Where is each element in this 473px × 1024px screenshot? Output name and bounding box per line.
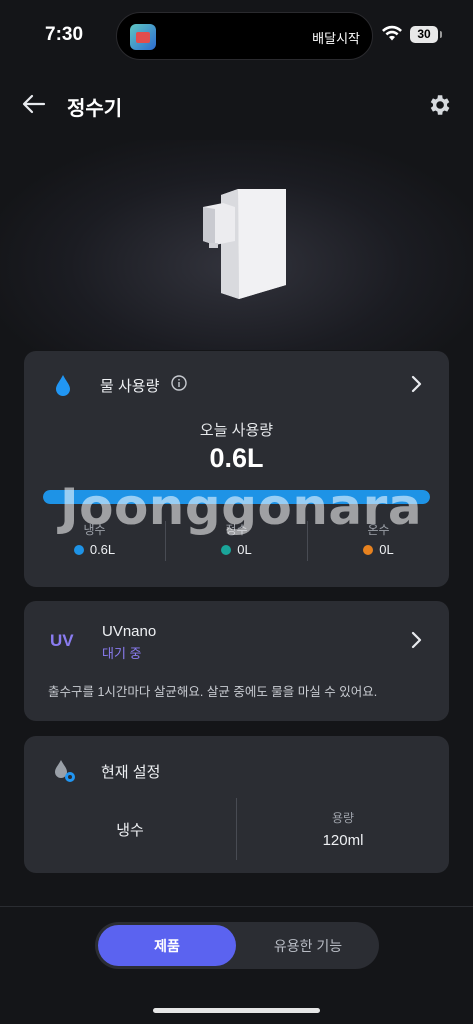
water-drop-icon bbox=[56, 375, 70, 396]
tab-product[interactable]: 제품 bbox=[98, 925, 236, 966]
battery-indicator: 30 bbox=[410, 26, 442, 43]
bottom-divider bbox=[0, 906, 473, 907]
water-purifier-image bbox=[203, 189, 286, 299]
stat-value: 0.6L bbox=[89, 542, 116, 557]
page-title: 정수기 bbox=[67, 98, 123, 120]
settings-grid: 냉수 용량 120ml bbox=[24, 798, 449, 860]
activity-text: 배달시작 bbox=[312, 31, 360, 46]
uvnano-card[interactable]: UV UVnano 대기 중 출수구를 1시간마다 살균해요. 살균 중에도 물… bbox=[24, 601, 449, 721]
current-settings-card[interactable]: 현재 설정 냉수 용량 120ml bbox=[24, 736, 449, 873]
home-indicator[interactable] bbox=[153, 1008, 320, 1013]
product-hero bbox=[0, 140, 473, 350]
tab-useful-features[interactable]: 유용한 기능 bbox=[240, 925, 376, 966]
hot-dot bbox=[363, 544, 374, 555]
setting-mode-value: 냉수 bbox=[116, 821, 144, 839]
water-usage-title: 물 사용량 bbox=[100, 378, 160, 395]
watermark: Joonggonara bbox=[60, 478, 423, 536]
today-usage-value: 0.6L bbox=[209, 443, 264, 473]
uv-title: UVnano bbox=[102, 623, 157, 640]
water-usage-card[interactable]: 물 사용량 오늘 사용량 0.6L 냉수 0.6L 정수 0L 온수 0L bbox=[24, 351, 449, 587]
uv-badge: UV bbox=[50, 631, 74, 650]
back-arrow-icon[interactable] bbox=[20, 92, 48, 116]
status-time: 7:30 bbox=[45, 24, 84, 45]
stat-value: 0L bbox=[379, 542, 394, 557]
setting-capacity-value: 120ml bbox=[322, 832, 364, 849]
cold-dot bbox=[73, 544, 84, 555]
setting-capacity[interactable]: 용량 120ml bbox=[236, 798, 449, 860]
water-settings-icon bbox=[55, 760, 75, 782]
setting-capacity-label: 용량 bbox=[331, 811, 355, 825]
purified-dot bbox=[221, 544, 232, 555]
uv-description: 출수구를 1시간마다 살균해요. 살균 중에도 물을 마실 수 있어요. bbox=[48, 685, 378, 699]
settings-title: 현재 설정 bbox=[101, 764, 161, 781]
gear-icon[interactable] bbox=[426, 92, 452, 118]
app-icon bbox=[130, 24, 156, 50]
setting-mode[interactable]: 냉수 bbox=[24, 798, 236, 860]
stat-value: 0L bbox=[237, 542, 252, 557]
app-header: 정수기 bbox=[0, 80, 473, 130]
info-icon[interactable] bbox=[171, 375, 187, 391]
bottom-tab-bar: 제품 유용한 기능 bbox=[95, 922, 379, 969]
today-usage-label: 오늘 사용량 bbox=[199, 422, 274, 439]
wifi-icon bbox=[382, 25, 402, 41]
status-bar: 7:30 배달시작 30 bbox=[0, 0, 473, 70]
chevron-right-icon[interactable] bbox=[409, 375, 423, 393]
dynamic-island[interactable]: 배달시작 bbox=[116, 12, 373, 60]
uv-status: 대기 중 bbox=[102, 646, 142, 661]
chevron-right-icon[interactable] bbox=[409, 631, 423, 649]
